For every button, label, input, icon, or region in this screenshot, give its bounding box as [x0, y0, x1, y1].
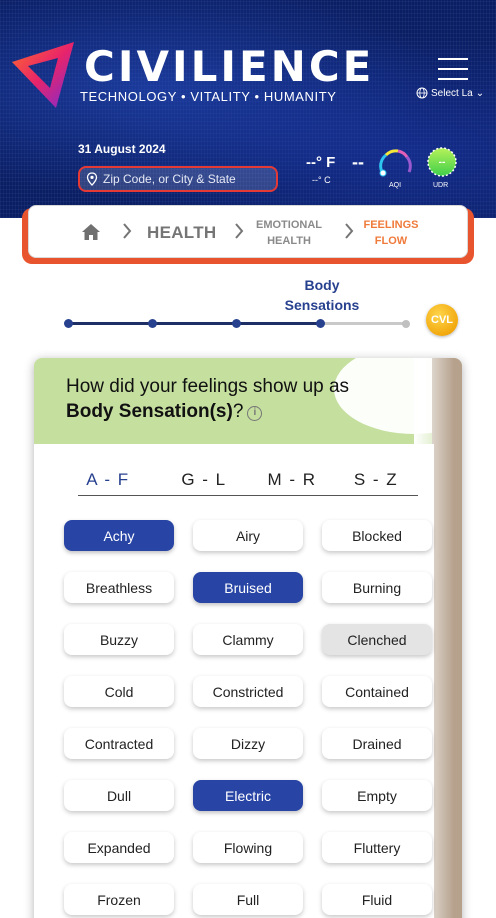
breadcrumb-health[interactable]: HEALTH [147, 223, 216, 243]
brand-tagline: TECHNOLOGY • VITALITY • HUMANITY [80, 89, 337, 104]
current-date: 31 August 2024 [78, 142, 166, 156]
language-label: Select La [431, 87, 473, 99]
sensation-chip-dull[interactable]: Dull [64, 780, 174, 811]
chevron-right-icon [123, 223, 132, 239]
sensation-chip-contracted[interactable]: Contracted [64, 728, 174, 759]
cvl-badge[interactable]: CVL [426, 304, 458, 336]
sensation-chip-fluttery[interactable]: Fluttery [322, 832, 432, 863]
question-line2: Body Sensation(s)? i [66, 399, 349, 424]
tab-a-f[interactable]: A - F [78, 470, 138, 490]
sensation-chip-contained[interactable]: Contained [322, 676, 432, 707]
step-label-line2: Sensations [284, 297, 360, 313]
progress-step-2[interactable] [148, 319, 157, 328]
breadcrumb: HEALTH EMOTIONAL HEALTH FEELINGS FLOW [28, 205, 468, 258]
sensation-chip-drained[interactable]: Drained [322, 728, 432, 759]
sensation-chip-empty[interactable]: Empty [322, 780, 432, 811]
sensation-chip-burning[interactable]: Burning [322, 572, 432, 603]
sensation-chip-clammy[interactable]: Clammy [193, 624, 303, 655]
chevron-right-icon [345, 223, 354, 239]
tab-g-l[interactable]: G - L [174, 470, 234, 490]
aqi-value: -- [352, 152, 364, 172]
sensation-chip-airy[interactable]: Airy [193, 520, 303, 551]
sensation-chip-breathless[interactable]: Breathless [64, 572, 174, 603]
tab-s-z[interactable]: S - Z [346, 470, 406, 490]
chevron-right-icon [235, 223, 244, 239]
language-selector[interactable]: Select La ⌄ [416, 87, 496, 99]
aqi-label: AQI [389, 182, 402, 189]
breadcrumb-feelings-line1: FEELINGS [363, 219, 419, 231]
question-line1: How did your feelings show up as [66, 376, 350, 397]
current-step-label: Body Sensations [272, 275, 372, 315]
info-icon[interactable]: i [247, 406, 263, 421]
progress-step-1[interactable] [64, 319, 73, 328]
sensation-chip-buzzy[interactable]: Buzzy [64, 624, 174, 655]
sensation-chip-achy[interactable]: Achy [64, 520, 174, 551]
sensation-chip-frozen[interactable]: Frozen [64, 884, 174, 915]
temperature-f: --° F [306, 154, 336, 171]
sensation-chip-cold[interactable]: Cold [64, 676, 174, 707]
alphabet-tabs: A - F G - L M - R S - Z [78, 470, 418, 496]
progress-step-4[interactable] [316, 319, 325, 328]
sensation-chip-expanded[interactable]: Expanded [64, 832, 174, 863]
progress-step-3[interactable] [232, 319, 241, 328]
question-text: How did your feelings show up as Body Se… [66, 374, 349, 424]
progress-step-5[interactable] [402, 320, 410, 328]
chevron-down-icon: ⌄ [475, 87, 485, 99]
sensation-chip-fluid[interactable]: Fluid [322, 884, 432, 915]
sensation-card: How did your feelings show up as Body Se… [34, 358, 462, 918]
tab-m-r[interactable]: M - R [262, 470, 322, 490]
question-emphasis: Body Sensation(s) [66, 401, 233, 422]
site-header: CIVILIENCE TECHNOLOGY • VITALITY • HUMAN… [0, 0, 496, 218]
civilience-logo-icon[interactable] [6, 38, 80, 112]
sensation-chip-full[interactable]: Full [193, 884, 303, 915]
location-input[interactable]: Zip Code, or City & State [78, 166, 278, 192]
breadcrumb-emotional-line1: EMOTIONAL [256, 219, 322, 231]
sensation-chip-dizzy[interactable]: Dizzy [193, 728, 303, 759]
uv-gauge-icon[interactable]: -- [426, 146, 458, 178]
globe-icon [416, 87, 428, 99]
sensation-chip-electric[interactable]: Electric [193, 780, 303, 811]
location-pin-icon [86, 172, 98, 186]
temperature-c: --° C [312, 175, 331, 185]
uv-value: -- [439, 157, 446, 168]
progress-fill [68, 322, 321, 325]
sensation-chip-blocked[interactable]: Blocked [322, 520, 432, 551]
breadcrumb-feelings-flow[interactable]: FEELINGS FLOW [359, 217, 423, 249]
sensation-chip-flowing[interactable]: Flowing [193, 832, 303, 863]
breadcrumb-feelings-line2: FLOW [374, 235, 408, 247]
step-label-line1: Body [304, 277, 340, 293]
sensation-chip-bruised[interactable]: Bruised [193, 572, 303, 603]
brand-name[interactable]: CIVILIENCE [84, 42, 374, 91]
home-icon[interactable] [81, 223, 101, 241]
sensation-chip-clenched[interactable]: Clenched [322, 624, 432, 655]
breadcrumb-emotional-line2: HEALTH [267, 235, 311, 247]
question-mark: ? [232, 401, 244, 422]
breadcrumb-emotional-health[interactable]: EMOTIONAL HEALTH [249, 217, 329, 249]
menu-icon[interactable] [438, 58, 468, 80]
aqi-gauge-icon[interactable] [376, 146, 414, 184]
uv-label: UDR [433, 182, 449, 189]
location-placeholder: Zip Code, or City & State [103, 172, 236, 186]
sensation-chip-constricted[interactable]: Constricted [193, 676, 303, 707]
